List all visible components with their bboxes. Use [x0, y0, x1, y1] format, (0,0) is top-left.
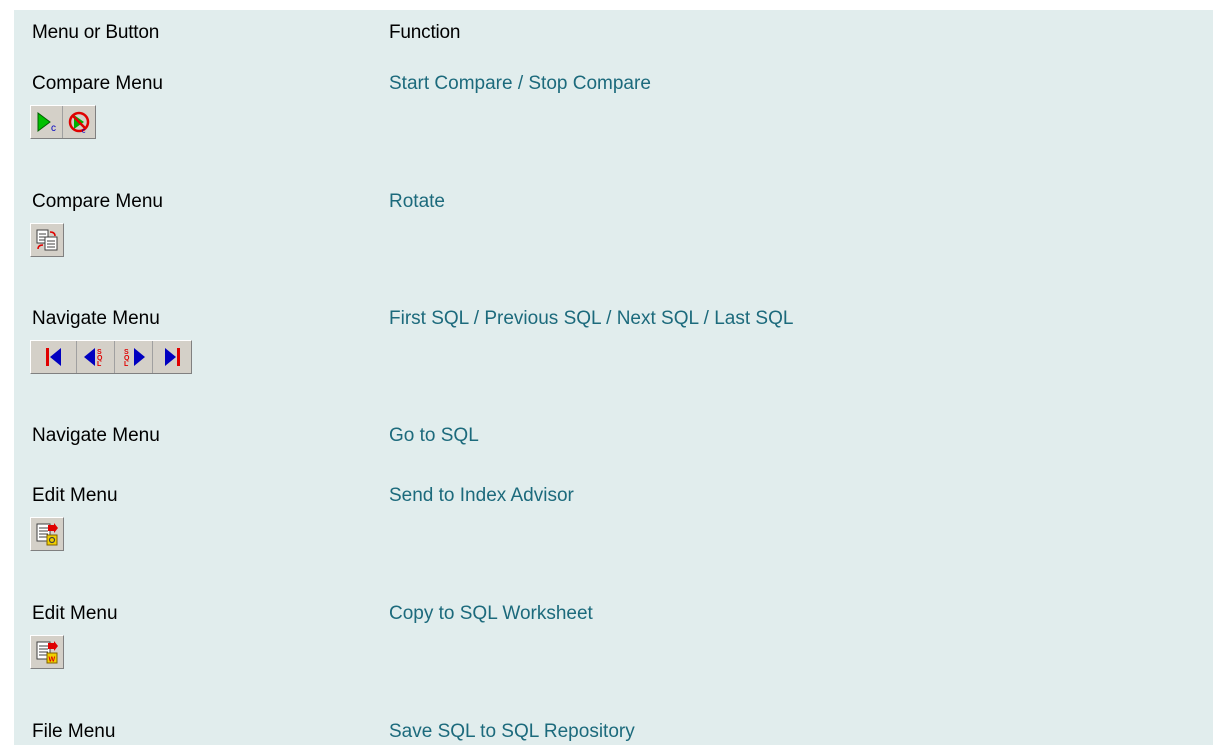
menu-label: Navigate Menu: [32, 308, 160, 329]
navigate-button-group: S Q L S Q L: [30, 340, 192, 374]
header-function: Function: [389, 22, 461, 43]
svg-text:c: c: [82, 128, 86, 135]
rotate-button-group: [30, 223, 64, 257]
header-menu-or-button: Menu or Button: [32, 22, 160, 43]
menu-label: Edit Menu: [32, 603, 118, 624]
svg-text:c: c: [51, 123, 56, 134]
menu-label: Compare Menu: [32, 191, 163, 212]
sql-worksheet-icon: W: [36, 641, 58, 664]
last-sql-icon: [165, 348, 180, 366]
index-advisor-button-group: [30, 517, 64, 551]
stop-compare-icon: c: [68, 111, 90, 135]
function-link-copy-to-sql-worksheet[interactable]: Copy to SQL Worksheet: [389, 603, 593, 625]
rotate-button[interactable]: [31, 224, 63, 256]
previous-sql-button[interactable]: S Q L: [77, 341, 115, 373]
next-sql-icon: S Q L: [124, 348, 145, 368]
table-header: Menu or Button Function: [14, 10, 1213, 55]
sql-worksheet-button[interactable]: W: [31, 636, 63, 668]
function-link-save-sql-to-repository[interactable]: Save SQL to SQL Repository: [389, 721, 635, 743]
stop-compare-button[interactable]: c: [63, 106, 95, 138]
function-link-go-to-sql[interactable]: Go to SQL: [389, 425, 479, 447]
menu-button-table: Menu or Button Function Compare Menu Sta…: [14, 10, 1213, 745]
menu-label: Edit Menu: [32, 485, 118, 506]
first-sql-icon: [45, 348, 61, 366]
menu-label: Navigate Menu: [32, 425, 160, 446]
sql-worksheet-button-group: W: [30, 635, 64, 669]
function-link-navigate-sql[interactable]: First SQL / Previous SQL / Next SQL / La…: [389, 308, 793, 330]
first-sql-button[interactable]: [31, 341, 77, 373]
function-link-send-to-index-advisor[interactable]: Send to Index Advisor: [389, 485, 574, 507]
next-sql-button[interactable]: S Q L: [115, 341, 153, 373]
svg-text:W: W: [49, 657, 56, 664]
index-advisor-icon: [36, 523, 58, 546]
start-compare-button[interactable]: c: [31, 106, 63, 138]
function-link-rotate[interactable]: Rotate: [389, 191, 445, 213]
index-advisor-button[interactable]: [31, 518, 63, 550]
svg-text:L: L: [124, 361, 129, 368]
start-compare-icon: c: [37, 112, 56, 134]
rotate-icon: [36, 229, 58, 251]
compare-button-group: c c: [30, 105, 96, 139]
previous-sql-icon: S Q L: [83, 348, 103, 368]
svg-text:L: L: [97, 361, 102, 368]
function-link-start-stop-compare[interactable]: Start Compare / Stop Compare: [389, 73, 651, 95]
last-sql-button[interactable]: [153, 341, 191, 373]
menu-label: File Menu: [32, 721, 116, 742]
menu-label: Compare Menu: [32, 73, 163, 94]
